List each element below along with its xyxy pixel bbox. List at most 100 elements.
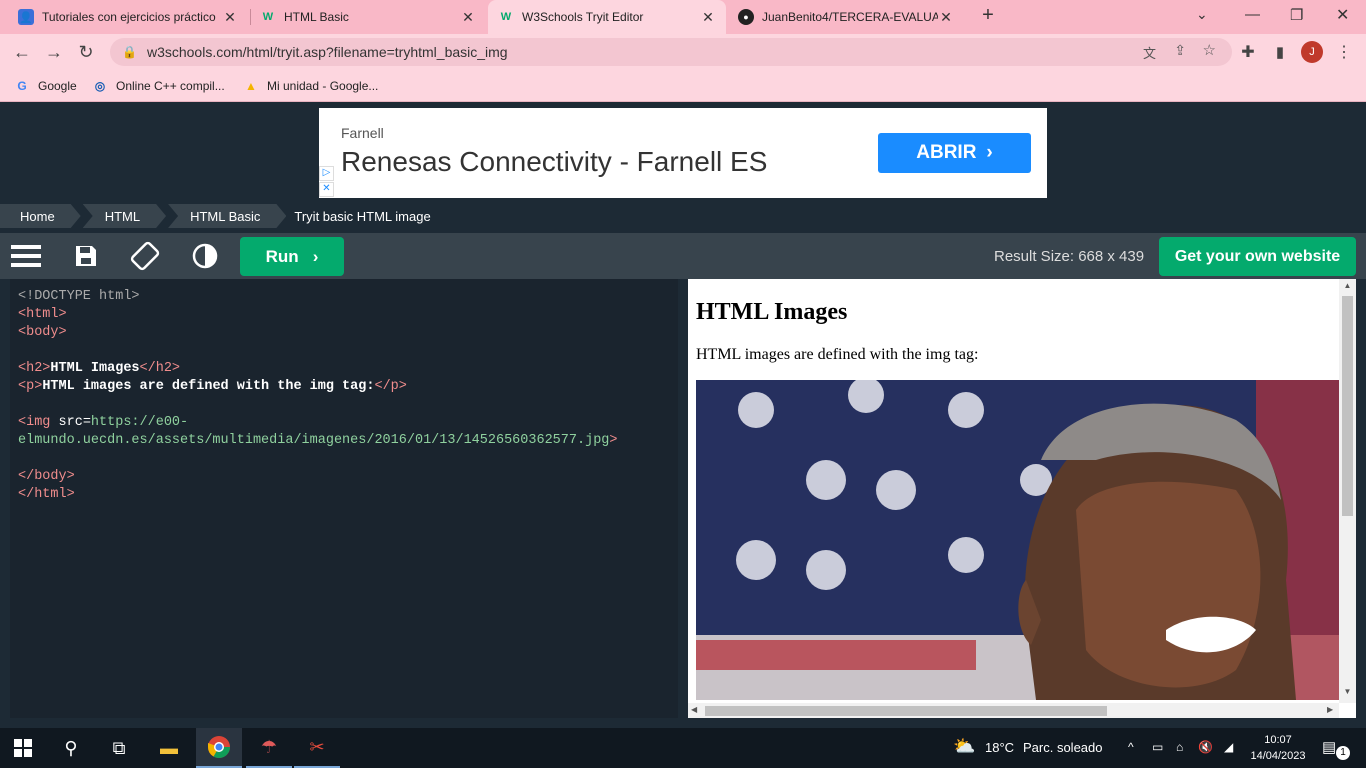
- run-button[interactable]: Run ›: [240, 237, 344, 276]
- rotate-layout-icon[interactable]: [130, 241, 160, 271]
- share-icon[interactable]: ⇪: [1174, 42, 1186, 59]
- tab-title: W3Schools Tryit Editor: [522, 10, 644, 24]
- code-editor[interactable]: <!DOCTYPE html> <html> <body> <h2>HTML I…: [10, 279, 678, 718]
- close-tab-icon[interactable]: ✕: [700, 9, 716, 26]
- close-tab-icon[interactable]: ✕: [938, 9, 954, 26]
- lock-icon: 🔒: [122, 45, 137, 59]
- network-icon[interactable]: ⌂: [1176, 740, 1183, 754]
- ad-advertiser: Farnell: [341, 125, 384, 141]
- browser-toolbar: ← → ↻ 🔒 w3schools.com/html/tryit.asp?fil…: [0, 34, 1366, 70]
- menu-icon[interactable]: ⋮: [1330, 38, 1358, 66]
- chevron-right-icon: ›: [986, 142, 993, 163]
- code-h2-text: HTML Images: [50, 361, 140, 376]
- bookmark-label: Google: [38, 79, 77, 93]
- windows-start-icon[interactable]: [0, 728, 46, 768]
- tab-title: Tutoriales con ejercicios práctico: [42, 10, 216, 24]
- profile-icon: 👤: [18, 9, 34, 25]
- save-icon[interactable]: [71, 241, 101, 271]
- weather-temp: 18°C: [985, 740, 1015, 755]
- close-window-icon[interactable]: ✕: [1336, 5, 1349, 25]
- new-tab-button[interactable]: +: [976, 4, 1000, 30]
- volume-icon[interactable]: 🔇: [1198, 740, 1213, 754]
- scroll-left-icon[interactable]: ◀: [691, 705, 697, 714]
- avatar[interactable]: J: [1301, 41, 1323, 63]
- restore-icon[interactable]: ❐: [1290, 6, 1303, 24]
- clock-time: 10:07: [1264, 734, 1292, 746]
- adchoices-icon[interactable]: ▷: [319, 166, 334, 181]
- notifications-icon[interactable]: ▤: [1322, 738, 1336, 756]
- minimize-icon[interactable]: —: [1245, 6, 1260, 23]
- ad-open-button[interactable]: ABRIR ›: [878, 133, 1031, 173]
- code-p-close: </p>: [374, 379, 407, 394]
- code-p-text: HTML images are defined with the img tag…: [42, 379, 375, 394]
- translate-icon[interactable]: 文: [1143, 43, 1156, 62]
- result-paragraph: HTML images are defined with the img tag…: [696, 346, 979, 363]
- bookmark-google[interactable]: G Google: [14, 76, 77, 96]
- address-bar[interactable]: 🔒 w3schools.com/html/tryit.asp?filename=…: [110, 38, 1232, 66]
- back-icon[interactable]: ←: [8, 38, 36, 66]
- scroll-down-icon[interactable]: ▼: [1339, 687, 1356, 696]
- tab-html-basic[interactable]: W HTML Basic ✕: [250, 0, 486, 34]
- result-size: Result Size: 668 x 439: [994, 248, 1145, 265]
- side-panel-icon[interactable]: ▮: [1266, 38, 1294, 66]
- tab-tutoriales[interactable]: 👤 Tutoriales con ejercicios práctico ✕: [8, 0, 248, 34]
- bookmarks-bar: G Google ◎ Online C++ compil... ▲ Mi uni…: [0, 70, 1366, 102]
- breadcrumb-home[interactable]: Home: [0, 204, 81, 228]
- menu-hamburger-icon[interactable]: [11, 241, 41, 271]
- star-icon[interactable]: ☆: [1203, 41, 1216, 59]
- bookmark-cpp[interactable]: ◎ Online C++ compil...: [92, 76, 225, 96]
- search-icon[interactable]: ⚲: [48, 728, 94, 768]
- notifications-count: 1: [1336, 746, 1350, 760]
- breadcrumb-html-basic[interactable]: HTML Basic: [168, 204, 286, 228]
- close-tab-icon[interactable]: ✕: [460, 9, 476, 26]
- wifi-icon[interactable]: ◢: [1224, 740, 1233, 754]
- google-icon: G: [17, 79, 27, 93]
- horizontal-scrollbar[interactable]: ◀ ▶: [688, 703, 1339, 718]
- tab-github[interactable]: ● JuanBenito4/TERCERA-EVALUACI ✕: [728, 0, 964, 34]
- ad-close-icon[interactable]: ✕: [319, 182, 334, 197]
- scroll-up-icon[interactable]: ▲: [1339, 281, 1356, 290]
- close-tab-icon[interactable]: ✕: [222, 9, 238, 26]
- extensions-icon[interactable]: ✚: [1234, 38, 1262, 66]
- ad-banner[interactable]: Farnell Renesas Connectivity - Farnell E…: [319, 108, 1047, 198]
- tab-search-icon[interactable]: ⌄: [1196, 6, 1208, 23]
- drive-icon: ▲: [245, 79, 257, 93]
- compiler-icon: ◎: [94, 79, 106, 93]
- snipping-tool-icon[interactable]: ✂: [294, 728, 340, 768]
- forward-icon[interactable]: →: [40, 38, 68, 66]
- code-html-close: </html>: [18, 487, 75, 502]
- result-image: [696, 380, 1339, 700]
- code-img-src-2: elmundo.uecdn.es/assets/multimedia/image…: [18, 433, 610, 448]
- tab-tryit-editor[interactable]: W W3Schools Tryit Editor ✕: [488, 0, 726, 34]
- task-view-icon[interactable]: ⧉: [96, 728, 142, 768]
- bookmark-drive[interactable]: ▲ Mi unidad - Google...: [243, 76, 378, 96]
- tab-title: HTML Basic: [284, 10, 349, 24]
- scroll-right-icon[interactable]: ▶: [1327, 705, 1333, 714]
- vertical-scrollbar[interactable]: ▲ ▼: [1339, 279, 1356, 703]
- tab-title: JuanBenito4/TERCERA-EVALUACI: [762, 10, 938, 24]
- get-website-button[interactable]: Get your own website: [1159, 237, 1356, 276]
- theme-toggle-icon[interactable]: [190, 241, 220, 271]
- bookmark-label: Mi unidad - Google...: [267, 79, 379, 93]
- code-img-close: >: [609, 433, 618, 448]
- editor-toolbar: Run › Result Size: 668 x 439 Get your ow…: [0, 233, 1366, 279]
- battery-icon[interactable]: ▭: [1152, 740, 1163, 754]
- chrome-icon[interactable]: [196, 728, 242, 768]
- clock[interactable]: 10:07 14/04/2023: [1248, 732, 1308, 764]
- horizontal-scroll-thumb[interactable]: [705, 706, 1107, 716]
- weather-icon[interactable]: ⛅: [953, 736, 975, 757]
- code-img-tag: <img: [18, 415, 51, 430]
- file-explorer-icon[interactable]: ▬: [146, 728, 192, 768]
- ad-headline: Renesas Connectivity - Farnell ES: [341, 146, 768, 177]
- code-h2-open: <h2>: [18, 361, 51, 376]
- code-h2-close: </h2>: [139, 361, 181, 376]
- breadcrumb-html[interactable]: HTML: [83, 204, 166, 228]
- show-hidden-icons-icon[interactable]: ^: [1128, 740, 1134, 754]
- app-icon[interactable]: ☂: [246, 728, 292, 768]
- code-body-close: </body>: [18, 469, 75, 484]
- reload-icon[interactable]: ↻: [72, 38, 100, 66]
- vertical-scroll-thumb[interactable]: [1342, 296, 1353, 516]
- code-doctype: <!DOCTYPE html>: [18, 289, 140, 304]
- result-frame[interactable]: HTML Images HTML images are defined with…: [688, 279, 1356, 718]
- github-icon: ●: [738, 9, 754, 25]
